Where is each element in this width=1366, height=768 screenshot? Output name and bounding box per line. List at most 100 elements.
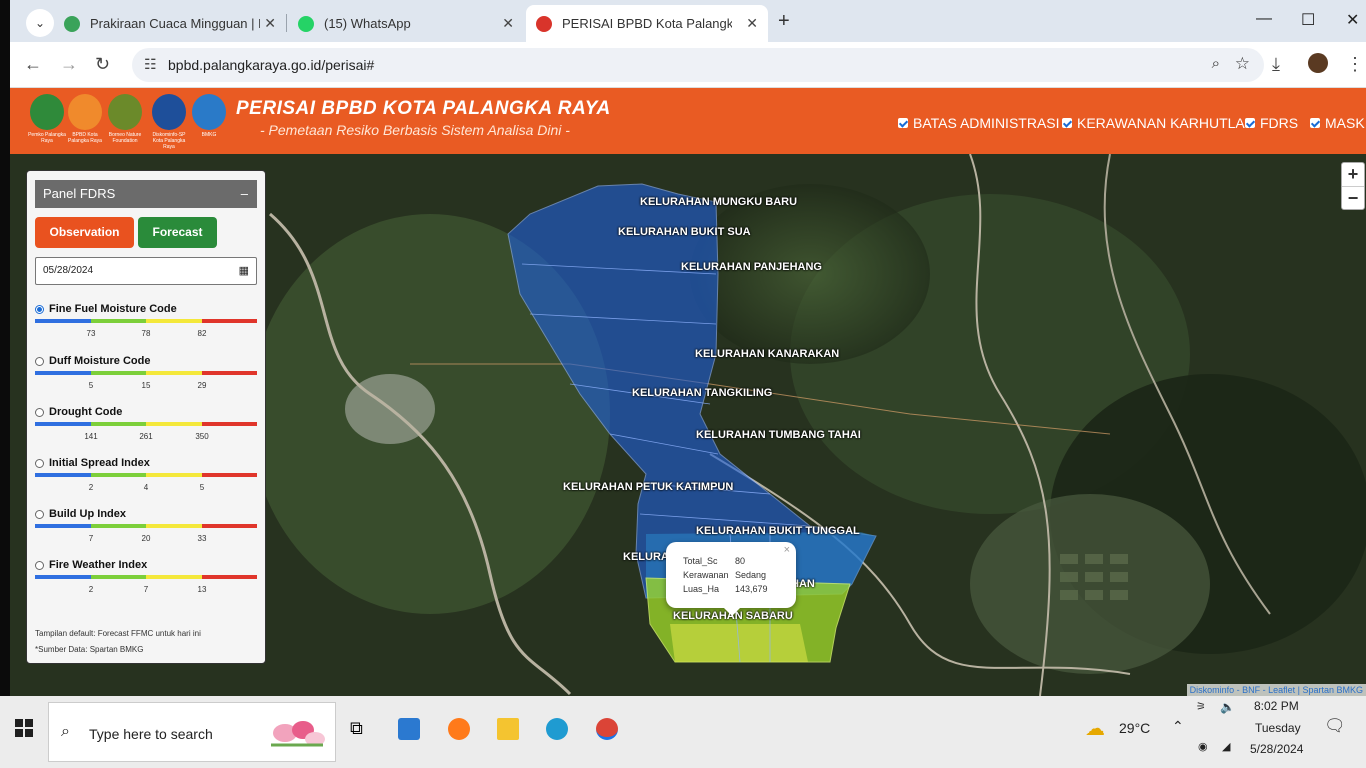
site-info-icon[interactable]: ☷: [144, 56, 157, 73]
minimize-window-icon[interactable]: —: [1256, 10, 1272, 28]
file-explorer-icon[interactable]: [497, 718, 519, 740]
layer-toggle-batas-administrasi[interactable]: BATAS ADMINISTRASI: [898, 115, 1060, 131]
date-input[interactable]: 05/28/2024 ▦: [35, 257, 257, 285]
tab-label: Prakiraan Cuaca Mingguan | BMKG: [90, 16, 260, 31]
scale-segment: [35, 575, 91, 579]
back-icon[interactable]: ←: [24, 54, 42, 75]
clock-date[interactable]: 5/28/2024: [1250, 742, 1303, 756]
popup-row: Total_Sc 80: [683, 556, 745, 566]
edge-icon[interactable]: [546, 718, 568, 740]
perisai-favicon-icon: [536, 15, 552, 32]
radio-button[interactable]: [35, 305, 44, 314]
show-hidden-icons-icon[interactable]: ⌃: [1172, 718, 1184, 735]
scale-tick: 82: [197, 329, 207, 338]
scale-segment: [35, 524, 91, 528]
scale-segment: [35, 319, 91, 323]
chrome-icon[interactable]: [596, 718, 618, 740]
radio-button[interactable]: [35, 510, 44, 519]
popup-row: Kerawanan Sedang: [683, 570, 766, 580]
close-window-icon[interactable]: ✕: [1346, 10, 1359, 30]
tab-whatsapp[interactable]: (15) WhatsApp ✕: [288, 5, 524, 42]
site-title: PERISAI BPBD KOTA PALANGKA RAYA: [236, 98, 611, 119]
scale-tick: 2: [88, 585, 94, 594]
checkbox-icon[interactable]: [898, 118, 908, 128]
scale-tick: 33: [197, 534, 207, 543]
zoom-icon[interactable]: ⌕: [1212, 55, 1220, 72]
taskbar-search-box[interactable]: ⌕ Type here to search: [48, 702, 336, 762]
scale-segment: [91, 371, 146, 375]
map-view[interactable]: + − KELURAHAN MUNGKU BARU KELURAHAN BUKI…: [10, 154, 1366, 696]
kelurahan-label: KELURA: [623, 551, 669, 563]
wifi-icon[interactable]: ◢: [1222, 740, 1230, 753]
url-text[interactable]: bpbd.palangkaraya.go.id/perisai#: [168, 57, 374, 73]
layer-toggle-kerawanan-karhutla[interactable]: KERAWANAN KARHUTLA: [1062, 115, 1245, 131]
index-drought-code[interactable]: Drought Code 141 261 350: [35, 406, 257, 450]
popup-value: Sedang: [735, 570, 767, 580]
kelurahan-label: KELURAHAN PANJEHANG: [681, 261, 822, 273]
address-bar[interactable]: ☷ bpbd.palangkaraya.go.id/perisai# ⌕ ☆: [132, 48, 1264, 82]
maximize-window-icon[interactable]: ☐: [1301, 10, 1315, 30]
scale-tick: 29: [197, 381, 207, 390]
index-fire-weather-index[interactable]: Fire Weather Index 2 7 13: [35, 559, 257, 603]
task-view-icon[interactable]: ⧉: [350, 718, 372, 740]
tab-bmkg[interactable]: Prakiraan Cuaca Mingguan | BMKG ✕: [54, 5, 286, 42]
weather-icon[interactable]: ☁: [1085, 716, 1105, 741]
checkbox-icon[interactable]: [1310, 118, 1320, 128]
search-placeholder: Type here to search: [89, 726, 213, 742]
observation-button[interactable]: Observation: [35, 217, 134, 248]
calendar-icon[interactable]: ▦: [239, 258, 249, 284]
notification-icon[interactable]: 🗨: [1324, 716, 1346, 736]
windows-start-icon[interactable]: [15, 719, 33, 737]
radio-button[interactable]: [35, 459, 44, 468]
close-tab-icon[interactable]: ✕: [264, 15, 276, 32]
color-scale: [35, 371, 257, 375]
index-name: Fire Weather Index: [49, 559, 148, 571]
more-menu-icon[interactable]: ⋮: [1346, 54, 1364, 75]
checkbox-icon[interactable]: [1245, 118, 1255, 128]
tab-perisai[interactable]: PERISAI BPBD Kota Palangka Raya ✕: [526, 5, 768, 42]
search-highlight-illustration-icon: [271, 721, 325, 747]
radio-button[interactable]: [35, 408, 44, 417]
popup-close-icon[interactable]: ×: [784, 544, 790, 556]
volume-icon[interactable]: 🔈: [1220, 700, 1235, 714]
scale-tick: 20: [141, 534, 151, 543]
layer-toggle-mask[interactable]: MASK: [1310, 115, 1365, 131]
forecast-button[interactable]: Forecast: [138, 217, 217, 248]
bookmark-star-icon[interactable]: ☆: [1235, 54, 1250, 74]
mail-icon[interactable]: [398, 718, 420, 740]
panel-minimize-button[interactable]: –: [241, 180, 248, 208]
download-icon[interactable]: ⤓: [1272, 54, 1280, 75]
bnf-logo: [108, 94, 142, 130]
network-icon[interactable]: ⚞: [1196, 700, 1206, 713]
weather-temperature[interactable]: 29°C: [1119, 720, 1150, 736]
index-initial-spread-index[interactable]: Initial Spread Index 2 4 5: [35, 457, 257, 501]
new-tab-icon[interactable]: +: [778, 10, 790, 33]
map-attribution[interactable]: Diskominfo - BNF - Leaflet | Spartan BMK…: [1186, 684, 1366, 696]
checkbox-icon[interactable]: [1062, 118, 1072, 128]
radio-button[interactable]: [35, 357, 44, 366]
scale-tick: 73: [86, 329, 96, 338]
windows-taskbar: ⌕ Type here to search ⧉ ☁ 29°C ⌃ ⚞ 🔈 ◉ ◢…: [0, 696, 1366, 768]
layer-label: MASK: [1325, 115, 1365, 131]
close-tab-icon[interactable]: ✕: [502, 15, 514, 32]
forward-icon[interactable]: →: [60, 54, 78, 75]
zoom-in-button[interactable]: +: [1342, 163, 1364, 187]
profile-avatar[interactable]: [1308, 53, 1328, 73]
scale-segment: [146, 422, 202, 426]
index-fine-fuel-moisture-code[interactable]: Fine Fuel Moisture Code 73 78 82: [35, 303, 257, 347]
firefox-icon[interactable]: [448, 718, 470, 740]
scale-segment: [202, 422, 257, 426]
reload-icon[interactable]: ↻: [95, 54, 110, 75]
tab-search-chevron-icon[interactable]: ⌄: [26, 9, 54, 37]
webcam-icon[interactable]: ◉: [1198, 740, 1208, 753]
close-tab-icon[interactable]: ✕: [746, 15, 758, 32]
index-build-up-index[interactable]: Build Up Index 7 20 33: [35, 508, 257, 552]
radio-button[interactable]: [35, 561, 44, 570]
bpbd-logo: [68, 94, 102, 130]
index-duff-moisture-code[interactable]: Duff Moisture Code 5 15 29: [35, 355, 257, 399]
index-name: Drought Code: [49, 406, 123, 418]
clock-day[interactable]: Tuesday: [1255, 721, 1301, 735]
clock-time[interactable]: 8:02 PM: [1254, 699, 1299, 713]
layer-toggle-fdrs[interactable]: FDRS: [1245, 115, 1298, 131]
zoom-out-button[interactable]: −: [1342, 187, 1364, 211]
